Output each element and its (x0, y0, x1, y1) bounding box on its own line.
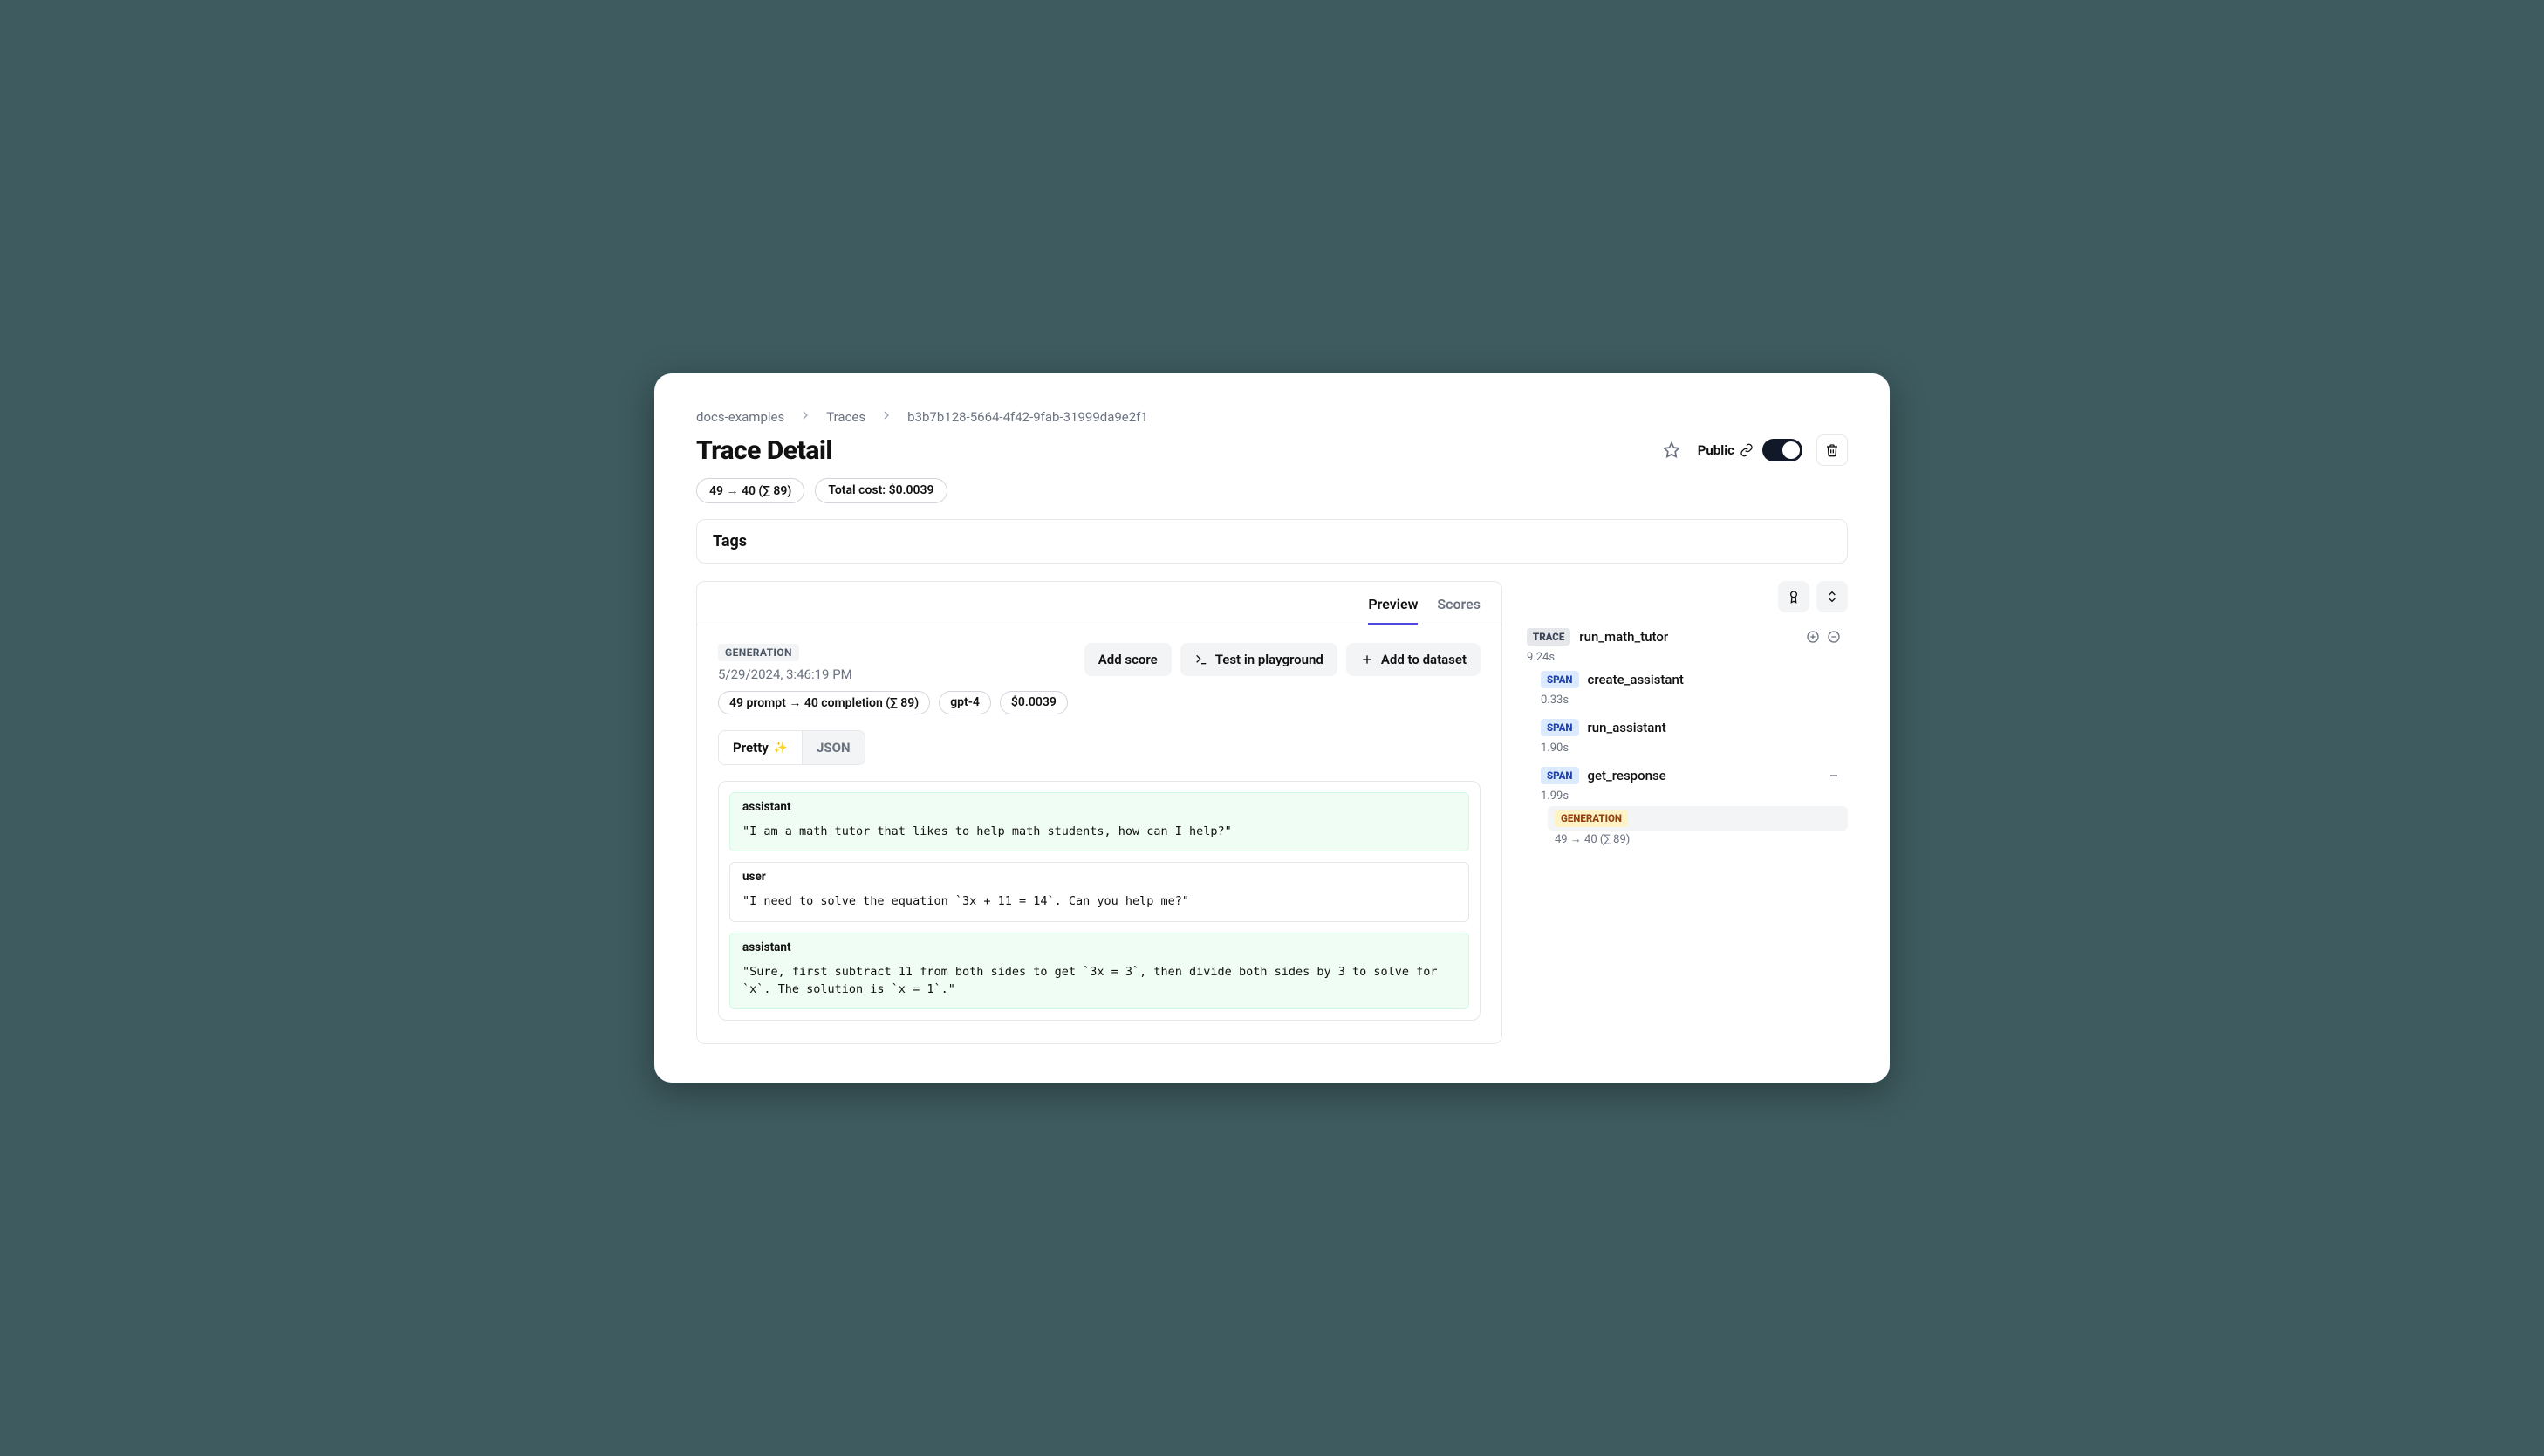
public-toggle[interactable] (1762, 439, 1802, 461)
view-tab-pretty-label: Pretty (733, 740, 769, 755)
terminal-icon (1194, 653, 1208, 666)
messages-card: assistant "I am a math tutor that likes … (718, 781, 1481, 1021)
public-label-text: Public (1698, 442, 1734, 458)
tokens-pill: 49 → 40 (∑ 89) (696, 478, 804, 503)
page-title: Trace Detail (696, 435, 832, 466)
sparkle-icon: ✨ (774, 742, 788, 755)
plus-circle-icon[interactable] (1806, 630, 1820, 644)
delete-button[interactable] (1816, 434, 1848, 466)
trash-icon (1825, 443, 1839, 457)
content-row: Preview Scores GENERATION 5/29/2024, 3:4… (696, 581, 1848, 1044)
message-content: "I am a math tutor that likes to help ma… (730, 817, 1468, 851)
span-name: run_assistant (1588, 720, 1842, 735)
detail-model-pill: gpt-4 (939, 691, 991, 714)
crumb-section[interactable]: Traces (826, 409, 865, 425)
public-label: Public (1698, 442, 1754, 458)
message-assistant: assistant "I am a math tutor that likes … (729, 792, 1469, 851)
timestamp: 5/29/2024, 3:46:19 PM (718, 666, 852, 682)
view-tabs: Pretty ✨ JSON (718, 730, 865, 765)
main-panel: Preview Scores GENERATION 5/29/2024, 3:4… (696, 581, 1502, 1044)
title-actions: Public (1659, 434, 1848, 466)
message-content: "Sure, first subtract 11 from both sides… (730, 958, 1468, 1009)
summary-pills: 49 → 40 (∑ 89) Total cost: $0.0039 (696, 478, 1848, 503)
message-content: "I need to solve the equation `3x + 11 =… (730, 887, 1468, 920)
main-body: GENERATION 5/29/2024, 3:46:19 PM Add sco… (697, 625, 1501, 1021)
tags-panel[interactable]: Tags (696, 519, 1848, 564)
award-button[interactable] (1778, 581, 1809, 612)
tree-node-trace[interactable]: TRACE run_math_tutor 9.24s SPAN create_ (1520, 621, 1848, 862)
tree-node-span[interactable]: SPAN get_response 1.99s GENERA (1534, 760, 1848, 857)
main-tabs: Preview Scores (697, 582, 1501, 625)
message-role: user (730, 863, 1468, 887)
kind-badge: GENERATION (718, 644, 799, 661)
tree-node-generation[interactable]: GENERATION 49 → 40 (∑ 89) (1548, 803, 1848, 851)
award-icon (1787, 590, 1801, 604)
cost-pill: Total cost: $0.0039 (815, 478, 947, 503)
test-playground-label: Test in playground (1215, 652, 1323, 667)
plus-icon (1360, 653, 1374, 666)
detail-buttons: Add score Test in playground Add to data… (1084, 643, 1481, 676)
tree-node-span[interactable]: SPAN create_assistant 0.33s (1534, 664, 1848, 712)
span-name: create_assistant (1588, 672, 1842, 687)
tab-scores[interactable]: Scores (1437, 596, 1481, 625)
span-badge: SPAN (1541, 719, 1579, 736)
minus-icon[interactable] (1827, 769, 1841, 783)
star-icon[interactable] (1659, 438, 1684, 462)
collapse-button[interactable] (1816, 581, 1848, 612)
breadcrumb: docs-examples Traces b3b7b128-5664-4f42-… (696, 408, 1848, 426)
detail-left: GENERATION 5/29/2024, 3:46:19 PM (718, 643, 852, 682)
chevron-right-icon (879, 408, 893, 426)
view-tab-pretty[interactable]: Pretty ✨ (719, 731, 803, 764)
detail-pills: 49 prompt → 40 completion (∑ 89) gpt-4 $… (718, 691, 1481, 714)
app-window: docs-examples Traces b3b7b128-5664-4f42-… (654, 373, 1890, 1083)
minus-circle-icon[interactable] (1827, 630, 1841, 644)
side-controls (1520, 581, 1848, 612)
trace-time: 9.24s (1520, 651, 1848, 664)
generation-summary: 49 → 40 (∑ 89) (1548, 832, 1848, 846)
trace-badge: TRACE (1527, 628, 1570, 646)
span-time: 0.33s (1534, 694, 1848, 707)
add-score-button[interactable]: Add score (1084, 643, 1172, 676)
crumb-project[interactable]: docs-examples (696, 409, 784, 425)
crumb-trace-id[interactable]: b3b7b128-5664-4f42-9fab-31999da9e2f1 (907, 409, 1148, 425)
span-name: get_response (1588, 768, 1819, 783)
message-user: user "I need to solve the equation `3x +… (729, 862, 1469, 921)
title-row: Trace Detail Public (696, 434, 1848, 466)
detail-header: GENERATION 5/29/2024, 3:46:19 PM Add sco… (718, 643, 1481, 682)
trace-name: run_math_tutor (1579, 629, 1797, 645)
chevron-right-icon (798, 408, 812, 426)
side-panel: TRACE run_math_tutor 9.24s SPAN create_ (1520, 581, 1848, 862)
add-dataset-label: Add to dataset (1381, 652, 1467, 667)
add-dataset-button[interactable]: Add to dataset (1346, 643, 1481, 676)
view-tab-json[interactable]: JSON (803, 731, 865, 764)
span-badge: SPAN (1541, 767, 1579, 784)
span-badge: SPAN (1541, 671, 1579, 688)
detail-tokens-pill: 49 prompt → 40 completion (∑ 89) (718, 691, 930, 714)
message-role: assistant (730, 793, 1468, 817)
trace-tree: TRACE run_math_tutor 9.24s SPAN create_ (1520, 621, 1848, 862)
link-icon (1740, 443, 1754, 457)
collapse-icon (1825, 590, 1839, 604)
public-toggle-group: Public (1698, 439, 1802, 461)
generation-badge: GENERATION (1555, 810, 1628, 827)
message-assistant: assistant "Sure, first subtract 11 from … (729, 933, 1469, 1010)
span-time: 1.99s (1534, 790, 1848, 803)
span-time: 1.90s (1534, 742, 1848, 755)
test-playground-button[interactable]: Test in playground (1180, 643, 1337, 676)
message-role: assistant (730, 933, 1468, 958)
detail-cost-pill: $0.0039 (1000, 691, 1068, 714)
tree-node-span[interactable]: SPAN run_assistant 1.90s (1534, 712, 1848, 760)
tab-preview[interactable]: Preview (1368, 596, 1418, 625)
